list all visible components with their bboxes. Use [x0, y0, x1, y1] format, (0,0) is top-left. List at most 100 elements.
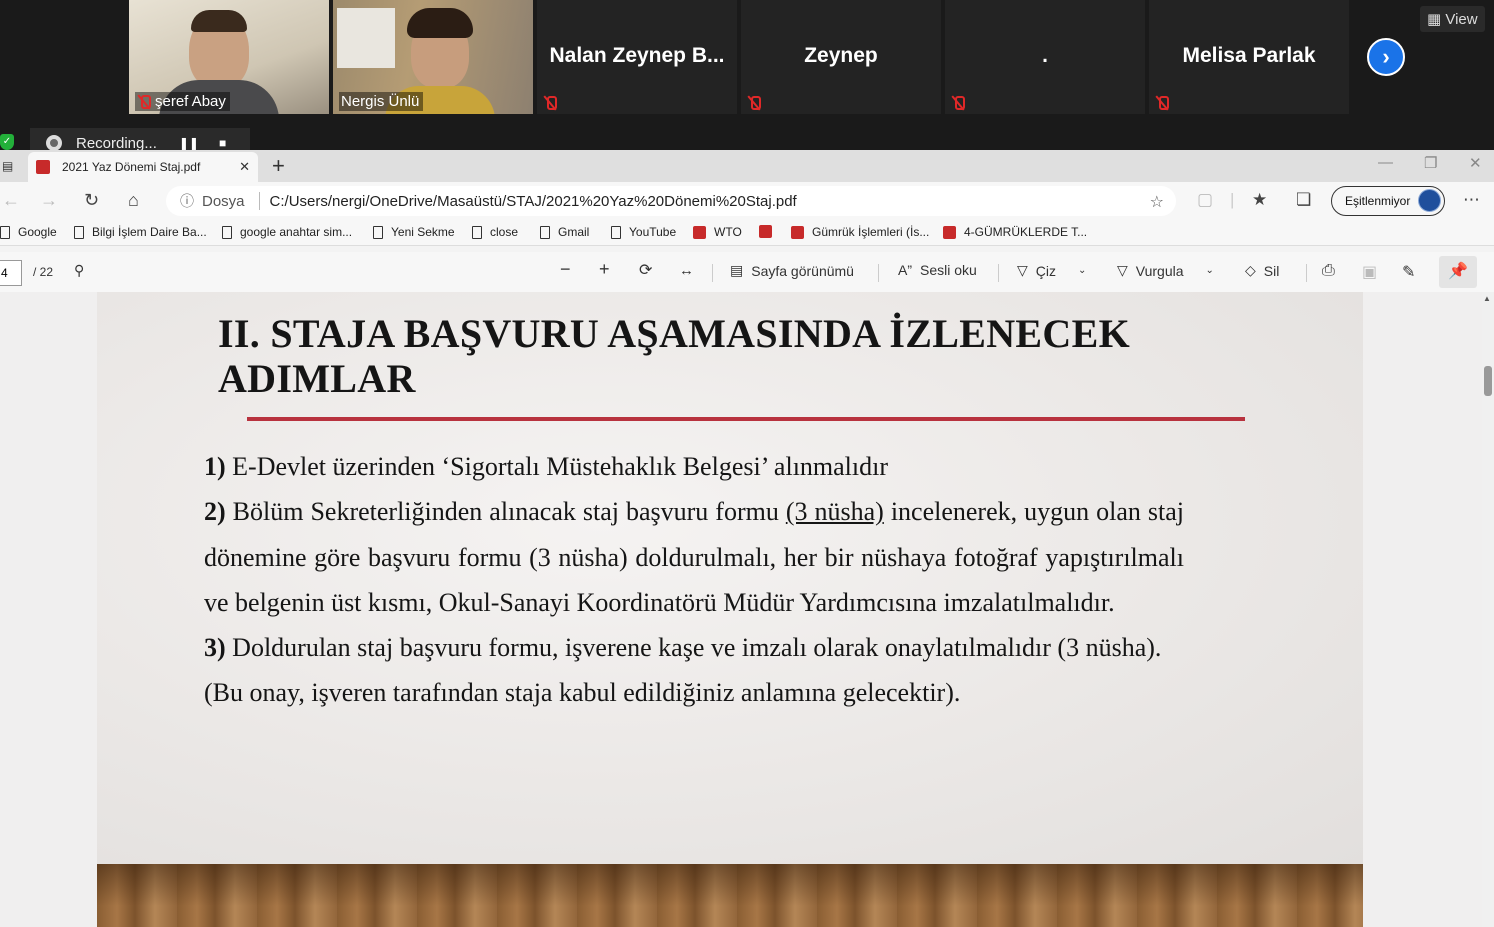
stop-recording-button[interactable]: ■	[219, 136, 226, 150]
participant-name-tag: şeref Abay	[135, 92, 230, 111]
highlight-label: Vurgula	[1135, 262, 1184, 279]
bookmark-item[interactable]: close	[472, 225, 518, 239]
erase-button[interactable]: ◇ Sil	[1245, 262, 1279, 279]
zoom-in-button[interactable]: +	[599, 259, 610, 280]
draw-button[interactable]: ▽ Çiz ⌄	[1017, 262, 1086, 279]
toolbar-divider: |	[1230, 190, 1235, 209]
pause-recording-button[interactable]: ❚❚	[179, 136, 199, 150]
highlight-button[interactable]: ▽ Vurgula ⌄	[1117, 262, 1214, 279]
refresh-button[interactable]: ↻	[84, 190, 99, 211]
underlined-text: (3 nüsha)	[785, 497, 884, 527]
rotate-icon[interactable]: ⟳	[639, 260, 652, 280]
avatar	[1418, 189, 1441, 212]
bookmark-item[interactable]: Yeni Sekme	[373, 225, 455, 239]
title-underline	[247, 417, 1245, 421]
pdf-icon	[759, 225, 772, 238]
step-item: 3) Doldurulan staj başvuru formu, işvere…	[204, 625, 1184, 670]
toolbar-divider	[998, 264, 999, 282]
toolbar-divider	[712, 264, 713, 282]
participant-name: Nergis Ünlü	[341, 93, 420, 110]
address-bar[interactable]: ⓘ Dosya C:/Users/nergi/OneDrive/Masaüstü…	[166, 186, 1176, 216]
participant-name: Nalan Zeynep B...	[549, 44, 725, 67]
forward-button[interactable]: →	[40, 190, 58, 211]
bookmark-label: close	[490, 225, 519, 239]
extension-icon[interactable]: ▢	[1197, 190, 1213, 210]
url-divider	[258, 192, 260, 210]
highlighter-icon: ▽	[1117, 262, 1128, 278]
participant-tile-3[interactable]: Nalan Zeynep B...	[537, 0, 737, 114]
back-button[interactable]: ←	[2, 190, 20, 211]
bookmark-item[interactable]: YouTube	[611, 225, 676, 239]
print-icon[interactable]: ⎙	[1322, 262, 1335, 280]
tab-actions-icon[interactable]: ▤	[2, 159, 13, 173]
save-as-icon[interactable]: ✎	[1402, 262, 1415, 282]
grid-icon: ▦	[1427, 11, 1442, 28]
info-icon[interactable]: ⓘ	[180, 191, 194, 211]
mic-muted-icon	[137, 94, 151, 110]
bookmark-item[interactable]: Gmail	[540, 225, 589, 239]
favorites-icon[interactable]: ★	[1252, 190, 1267, 210]
step-number: 3)	[204, 633, 226, 663]
chevron-down-icon[interactable]: ⌄	[1206, 265, 1214, 276]
vertical-scrollbar[interactable]: ▲	[1482, 292, 1494, 927]
home-button[interactable]: ⌂	[128, 190, 139, 211]
participant-tile-2[interactable]: Nergis Ünlü	[333, 0, 533, 114]
scroll-up-icon[interactable]: ▲	[1483, 294, 1491, 303]
add-favorite-icon[interactable]: ☆	[1150, 192, 1164, 212]
bookmark-item[interactable]: Google	[0, 225, 57, 239]
page-view-button[interactable]: ▤ Sayfa görünümü	[730, 262, 854, 279]
close-window-button[interactable]: ✕	[1469, 154, 1482, 172]
minimize-button[interactable]: —	[1378, 154, 1393, 171]
save-icon[interactable]: ▣	[1362, 262, 1377, 282]
participant-name: Melisa Parlak	[1182, 44, 1316, 67]
bookmark-item[interactable]: 4-GÜMRÜKLERDE T...	[943, 225, 1087, 239]
participant-name-tag	[543, 95, 557, 111]
pdf-icon	[791, 225, 804, 239]
pin-icon: 📌	[1448, 263, 1468, 280]
bookmark-label: Gmail	[558, 225, 590, 239]
page-number-input[interactable]	[0, 260, 22, 286]
bookmark-item[interactable]: Bilgi İşlem Daire Ba...	[74, 225, 207, 239]
participant-tile-4[interactable]: Zeynep	[741, 0, 941, 114]
pin-toolbar-button[interactable]: 📌	[1439, 256, 1477, 288]
profile-button[interactable]: Eşitlenmiyor	[1331, 186, 1445, 216]
note-text: (Bu onay, işveren tarafından staja kabul…	[204, 678, 961, 708]
restore-button[interactable]: ❐	[1424, 154, 1437, 172]
participant-name: Zeynep	[804, 44, 878, 67]
bookmark-item[interactable]: google anahtar sim...	[222, 225, 352, 239]
tab-title: 2021 Yaz Dönemi Staj.pdf	[62, 160, 201, 174]
participant-hair	[191, 10, 247, 32]
scrollbar-thumb[interactable]	[1484, 366, 1492, 396]
pdf-viewer[interactable]: II. STAJA BAŞVURU AŞAMASINDA İZLENECEK A…	[0, 292, 1482, 927]
participant-tile-5[interactable]: .	[945, 0, 1145, 114]
collections-icon[interactable]: ❏	[1296, 190, 1311, 210]
read-aloud-button[interactable]: A” Sesli oku	[898, 262, 977, 278]
chevron-down-icon[interactable]: ⌄	[1078, 265, 1086, 276]
participant-tile-6[interactable]: Melisa Parlak	[1149, 0, 1349, 114]
bookmark-item[interactable]	[759, 225, 780, 238]
page-view-icon: ▤	[730, 262, 744, 278]
new-tab-button[interactable]: +	[272, 153, 285, 179]
participant-name-tag	[1155, 95, 1169, 111]
search-icon[interactable]: ⚲	[74, 262, 84, 279]
close-tab-icon[interactable]: ✕	[239, 159, 250, 175]
zoom-out-button[interactable]: −	[560, 259, 571, 280]
next-page-button[interactable]: ›	[1367, 38, 1405, 76]
toolbar-divider	[1306, 264, 1307, 282]
bookmark-item[interactable]: WTO	[693, 225, 742, 239]
mic-muted-icon	[747, 95, 761, 111]
bookmark-item[interactable]: Gümrük İşlemleri (İs...	[791, 225, 929, 239]
fit-width-icon[interactable]: ↔	[679, 262, 694, 279]
participant-name-tag	[951, 95, 965, 111]
wall-paper	[337, 8, 395, 68]
view-button[interactable]: ▦ View	[1420, 6, 1485, 32]
bookmark-label: 4-GÜMRÜKLERDE T...	[964, 225, 1088, 239]
sync-status-label: Eşitlenmiyor	[1345, 194, 1411, 208]
tab-pdf[interactable]: 2021 Yaz Dönemi Staj.pdf ✕	[28, 152, 258, 182]
url-text[interactable]: C:/Users/nergi/OneDrive/Masaüstü/STAJ/20…	[270, 193, 797, 210]
participant-tile-1[interactable]: şeref Abay	[129, 0, 329, 114]
more-menu-icon[interactable]: ⋯	[1463, 190, 1480, 210]
bookmark-label: Yeni Sekme	[391, 225, 455, 239]
read-aloud-icon: A”	[898, 262, 912, 278]
tab-bar: ▤ 2021 Yaz Dönemi Staj.pdf ✕ + — ❐ ✕	[0, 150, 1494, 182]
